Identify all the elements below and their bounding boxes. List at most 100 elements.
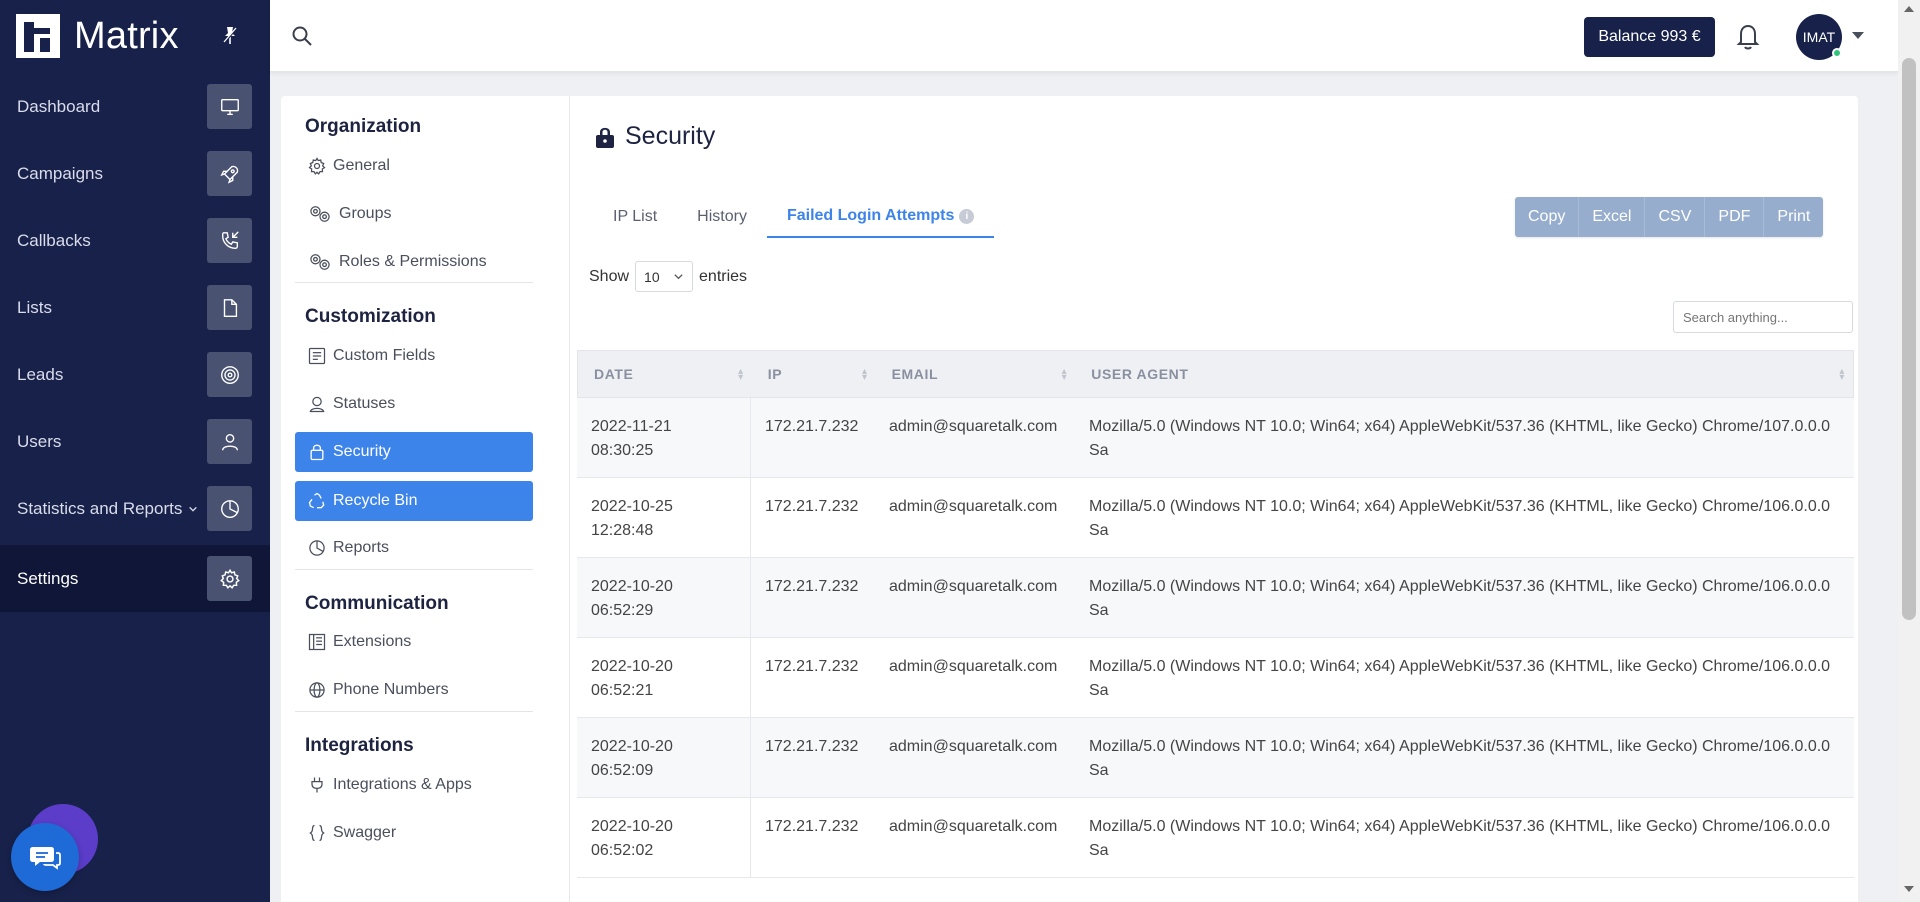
cell-date: 2022-10-20 06:52:21 [577,638,751,717]
tab-label: IP List [613,208,658,225]
sidebar-item-leads[interactable]: Leads [0,341,270,408]
sidebar-item-label: Campaigns [17,163,103,183]
caret-down-icon[interactable] [1852,32,1864,39]
settings-item-label: Reports [333,539,390,556]
user-status-icon [309,396,325,413]
settings-item-phone-numbers[interactable]: Phone Numbers [295,670,533,710]
cell-ip: 172.21.7.232 [765,658,859,675]
table-row: 2022-10-20 06:52:02 172.21.7.232 admin@sq… [577,798,1854,878]
csv-button[interactable]: CSV [1645,197,1706,237]
chevron-down-icon [674,274,683,280]
cell-user-agent: Mozilla/5.0 (Windows NT 10.0; Win64; x64… [1089,498,1831,539]
settings-item-label: Integrations & Apps [333,776,472,793]
column-header-user-agent[interactable]: USER AGENT ▴ ▾ [1075,351,1853,397]
scroll-down-icon[interactable] [1904,886,1914,892]
gear-icon [308,157,326,175]
cell-date: 2022-11-21 08:30:25 [577,398,751,477]
gears-icon [310,206,330,222]
print-button[interactable]: Print [1764,197,1824,237]
sidebar-item-lists[interactable]: Lists [0,274,270,341]
settings-item-label: General [333,157,390,174]
section-title-organization: Organization [305,116,422,137]
pdf-button[interactable]: PDF [1705,197,1765,237]
settings-item-recycle-bin[interactable]: Recycle Bin [295,481,533,521]
entries-select[interactable]: 10 [635,261,694,292]
chat-widget-button[interactable] [11,823,79,891]
sidebar-item-settings[interactable]: Settings [0,545,270,612]
brand[interactable]: Matrix [0,0,270,72]
cell-email: admin@squaretalk.com [889,578,1058,595]
table-header: DATE ▴ ▾ IP ▴ ▾ EMAIL ▴ ▾ USER AGENT ▴ ▾ [577,350,1854,398]
pin-icon[interactable] [222,26,238,46]
cell-date: 2022-10-25 12:28:48 [577,478,751,557]
balance-button[interactable]: Balance 993 € [1584,17,1715,57]
cell-ip: 172.21.7.232 [765,418,859,435]
export-buttons: Copy Excel CSV PDF Print [1515,197,1824,237]
divider [295,711,533,712]
copy-button[interactable]: Copy [1515,197,1580,237]
tab-failed-login-attempts[interactable]: Failed Login Attempts i [766,196,995,238]
show-entries: Show 10 entries [589,261,747,292]
column-header-date[interactable]: DATE ▴ ▾ [578,351,752,397]
cell-ip: 172.21.7.232 [765,498,859,515]
bell-icon[interactable] [1735,22,1761,50]
form-icon [308,347,326,365]
tab-ip-list[interactable]: IP List [593,196,677,238]
time-text: 06:52:09 [591,762,654,779]
sidebar-item-dashboard[interactable]: Dashboard [0,73,270,140]
section-title-communication: Communication [305,593,449,614]
search-input[interactable] [1673,301,1853,333]
chat-bubble-icon [30,847,61,870]
settings-item-roles[interactable]: Roles & Permissions [295,242,533,282]
tab-bar: IP List History Failed Login Attempts i [593,196,995,238]
column-header-label: DATE [594,366,634,382]
cell-email: admin@squaretalk.com [889,658,1058,675]
column-header-email[interactable]: EMAIL ▴ ▾ [876,351,1076,397]
settings-item-swagger[interactable]: Swagger [295,813,533,853]
gear-icon [219,568,240,589]
sort-icon: ▴ ▾ [738,366,744,383]
page-scrollbar[interactable] [1898,0,1920,902]
time-text: 06:52:02 [591,842,654,859]
show-label: Show [589,267,630,285]
settings-item-custom-fields[interactable]: Custom Fields [295,336,533,376]
failed-logins-table: DATE ▴ ▾ IP ▴ ▾ EMAIL ▴ ▾ USER AGENT ▴ ▾ 2022-11… [577,350,1854,878]
settings-item-extensions[interactable]: Extensions [295,622,533,662]
sidebar-item-campaigns[interactable]: Campaigns [0,140,270,207]
cell-user-agent: Mozilla/5.0 (Windows NT 10.0; Win64; x64… [1089,418,1831,459]
settings-item-integrations[interactable]: Integrations & Apps [295,765,533,805]
sidebar-item-label: Callbacks [17,230,91,250]
tab-history[interactable]: History [677,196,767,238]
scrollbar-thumb[interactable] [1902,58,1916,620]
settings-item-general[interactable]: General [295,146,533,186]
sidebar-item-statistics[interactable]: Statistics and Reports [0,475,270,542]
excel-button[interactable]: Excel [1579,197,1646,237]
lock-icon [310,444,324,461]
settings-item-reports[interactable]: Reports [295,528,533,568]
page-title-text: Security [625,122,716,150]
plug-icon [311,777,323,793]
section-title-integrations: Integrations [305,735,414,756]
info-icon[interactable]: i [959,208,975,224]
cell-user-agent: Mozilla/5.0 (Windows NT 10.0; Win64; x64… [1089,578,1831,619]
sidebar-item-users[interactable]: Users [0,408,270,475]
settings-item-groups[interactable]: Groups [295,194,533,234]
cell-email: admin@squaretalk.com [889,738,1058,755]
date-text: 2022-10-20 [591,738,673,755]
settings-item-label: Swagger [333,824,397,841]
section-title-customization: Customization [305,306,436,327]
column-header-ip[interactable]: IP ▴ ▾ [752,351,876,397]
settings-item-statuses[interactable]: Statuses [295,384,533,424]
settings-item-security[interactable]: Security [295,432,533,472]
user-icon [221,433,238,450]
search-icon[interactable] [290,24,314,48]
entries-value: 10 [644,268,660,285]
column-header-label: EMAIL [891,366,939,382]
matrix-logo-icon [16,14,60,58]
table-row: 2022-11-21 08:30:25 172.21.7.232 admin@sq… [577,398,1854,478]
cell-ip: 172.21.7.232 [765,738,859,755]
table-row: 2022-10-25 12:28:48 172.21.7.232 admin@sq… [577,478,1854,558]
scroll-up-icon[interactable] [1904,6,1914,12]
sidebar-item-callbacks[interactable]: Callbacks [0,207,270,274]
settings-item-label: Statuses [333,395,396,412]
